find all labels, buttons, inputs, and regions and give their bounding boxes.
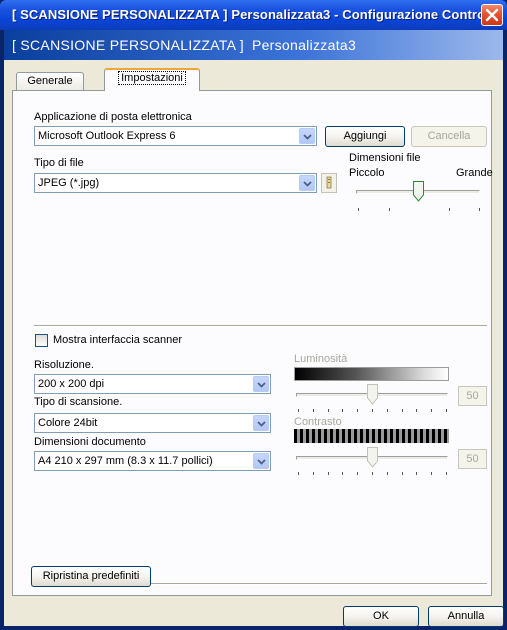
- resolution-value: 200 x 200 dpi: [38, 378, 105, 390]
- title-bar[interactable]: [ SCANSIONE PERSONALIZZATA ] Personalizz…: [0, 0, 507, 30]
- contrast-value-box[interactable]: 50: [458, 449, 487, 469]
- file-size-label: Dimensioni file: [349, 152, 421, 164]
- header-band: [ SCANSIONE PERSONALIZZATA ] Personalizza…: [4, 30, 503, 60]
- resolution-select[interactable]: 200 x 200 dpi: [34, 374, 271, 394]
- slider-tick: [372, 409, 373, 412]
- tab-impostazioni[interactable]: Impostazioni: [104, 68, 200, 91]
- slider-tick: [431, 409, 433, 412]
- contrast-slider-thumb[interactable]: [367, 447, 378, 468]
- slider-tick: [298, 472, 299, 475]
- email-app-value: Microsoft Outlook Express 6: [38, 130, 176, 142]
- restore-defaults-button[interactable]: Ripristina predefiniti: [31, 566, 151, 587]
- chevron-down-icon[interactable]: [299, 175, 315, 191]
- slider-tick: [312, 472, 314, 475]
- slider-tick: [357, 472, 359, 475]
- show-scanner-interface-label: Mostra interfaccia scanner: [53, 334, 182, 346]
- file-type-select[interactable]: JPEG (*.jpg): [34, 173, 317, 193]
- email-app-select[interactable]: Microsoft Outlook Express 6: [34, 126, 317, 146]
- scan-type-label: Tipo di scansione.: [34, 396, 123, 408]
- contrast-label: Contrasto: [294, 416, 342, 428]
- file-size-tick: [479, 208, 480, 211]
- file-size-tick: [449, 208, 450, 211]
- slider-tick: [446, 472, 447, 475]
- header-profile-name: Personalizzata3: [251, 37, 357, 53]
- scan-type-select[interactable]: Colore 24bit: [34, 413, 271, 433]
- chevron-down-icon[interactable]: [253, 453, 269, 469]
- chevron-down-icon[interactable]: [299, 128, 315, 144]
- doc-size-value: A4 210 x 297 mm (8.3 x 11.7 pollici): [38, 455, 213, 467]
- slider-tick: [446, 409, 447, 412]
- info-icon[interactable]: [321, 173, 337, 193]
- section-divider: [34, 325, 487, 327]
- resolution-label: Risoluzione.: [34, 359, 94, 371]
- window-title: [ SCANSIONE PERSONALIZZATA ] Personalizz…: [12, 7, 497, 22]
- contrast-pattern-bar: [294, 429, 449, 443]
- file-size-tick: [358, 208, 359, 211]
- close-icon: [485, 8, 499, 22]
- dialog-client-area: [ SCANSIONE PERSONALIZZATA ] Personalizza…: [4, 30, 504, 627]
- slider-tick: [372, 472, 373, 475]
- chevron-down-icon[interactable]: [253, 415, 269, 431]
- slider-tick: [401, 409, 403, 412]
- cancel-button[interactable]: Annulla: [428, 606, 504, 627]
- file-size-tick: [389, 208, 390, 211]
- slider-tick: [327, 409, 329, 412]
- slider-tick: [342, 409, 344, 412]
- tab-impostazioni-label: Impostazioni: [118, 71, 186, 85]
- file-size-max-label: Grande: [456, 167, 493, 179]
- brightness-gradient-bar: [294, 367, 449, 381]
- show-scanner-interface-checkbox[interactable]: [35, 334, 48, 347]
- add-button[interactable]: Aggiungi: [325, 126, 405, 147]
- slider-tick: [327, 472, 329, 475]
- scan-type-value: Colore 24bit: [38, 417, 98, 429]
- email-app-label: Applicazione di posta elettronica: [34, 111, 192, 123]
- slider-tick: [386, 472, 388, 475]
- settings-panel: Applicazione di posta elettronica Micros…: [12, 90, 493, 596]
- ok-button[interactable]: OK: [343, 606, 419, 627]
- slider-tick: [342, 472, 344, 475]
- dialog-window: [ SCANSIONE PERSONALIZZATA ] Personalizz…: [0, 0, 507, 630]
- doc-size-label: Dimensioni documento: [34, 436, 146, 448]
- slider-tick: [386, 409, 388, 412]
- header-scan-type: [ SCANSIONE PERSONALIZZATA ]: [12, 37, 244, 53]
- slider-tick: [416, 472, 418, 475]
- slider-tick: [357, 409, 359, 412]
- tab-generale-label: Generale: [27, 75, 73, 87]
- brightness-value-box[interactable]: 50: [458, 386, 487, 406]
- file-type-label: Tipo di file: [34, 157, 84, 169]
- brightness-slider-thumb[interactable]: [367, 384, 378, 405]
- header-title: [ SCANSIONE PERSONALIZZATA ] Personalizza…: [12, 37, 356, 53]
- slider-tick: [431, 472, 433, 475]
- file-size-slider-thumb[interactable]: [413, 181, 424, 202]
- chevron-down-icon[interactable]: [253, 376, 269, 392]
- close-button[interactable]: [481, 4, 503, 26]
- file-size-min-label: Piccolo: [349, 167, 385, 179]
- file-type-value: JPEG (*.jpg): [38, 177, 100, 189]
- doc-size-select[interactable]: A4 210 x 297 mm (8.3 x 11.7 pollici): [34, 451, 271, 471]
- brightness-label: Luminosità: [294, 353, 348, 365]
- delete-button[interactable]: Cancella: [411, 126, 487, 147]
- tab-generale[interactable]: Generale: [16, 72, 84, 90]
- slider-tick: [401, 472, 403, 475]
- slider-tick: [298, 409, 299, 412]
- slider-tick: [312, 409, 314, 412]
- slider-tick: [416, 409, 418, 412]
